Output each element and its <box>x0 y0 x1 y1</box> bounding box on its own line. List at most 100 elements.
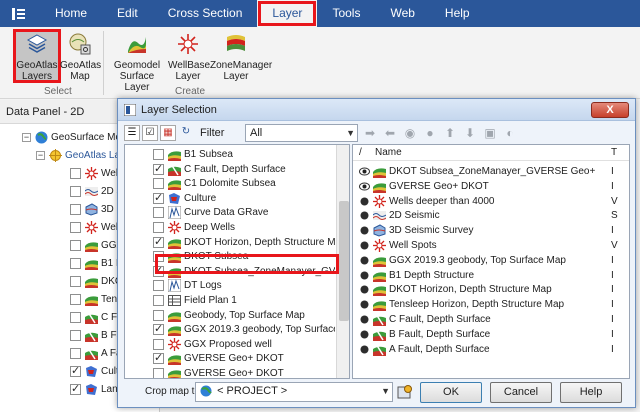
ok-button[interactable]: OK <box>420 382 482 403</box>
move-up-icon[interactable]: ⬆ <box>443 126 457 140</box>
app-menu-icon[interactable] <box>0 0 40 27</box>
layer-checkbox[interactable] <box>153 178 164 190</box>
tree-item-geoatlas[interactable]: − GeoAtlas La <box>36 146 120 164</box>
tree-item-geosurface[interactable]: − GeoSurface Mo <box>22 128 121 146</box>
refresh-icon[interactable]: ↻ <box>178 125 194 141</box>
visibility-dot-icon[interactable] <box>359 210 370 221</box>
tree-item[interactable]: 2D s <box>70 182 122 200</box>
visibility-dot-icon[interactable] <box>359 240 370 251</box>
visibility-dot-icon[interactable] <box>359 196 370 207</box>
geoatlas-layers-button[interactable]: GeoAtlas Layers <box>13 29 61 83</box>
collapse-icon[interactable]: − <box>36 150 45 160</box>
wellbase-layer-button[interactable]: WellBase Layer <box>168 31 210 82</box>
tree-item[interactable]: Lan <box>70 380 118 398</box>
tree-item[interactable]: A Fa <box>70 344 122 362</box>
layer-checkbox[interactable] <box>153 338 164 350</box>
visibility-dot-icon[interactable] <box>359 270 370 281</box>
available-layer-item[interactable]: GGX Proposed well <box>153 337 335 352</box>
tree-item[interactable]: Cult <box>70 362 119 380</box>
tree-item[interactable]: 3D S <box>70 200 123 218</box>
tab-home[interactable]: Home <box>40 0 102 27</box>
selected-layer-item[interactable]: B1 Depth Structure I <box>359 268 629 283</box>
visibility-checkbox[interactable] <box>70 203 81 215</box>
visibility-dot-icon[interactable] <box>359 329 370 340</box>
layer-checkbox[interactable] <box>153 222 164 233</box>
visibility-dot-icon[interactable] <box>359 225 370 236</box>
available-layer-item[interactable]: Curve Data GRave <box>153 205 335 220</box>
layer-checkbox[interactable] <box>153 149 164 160</box>
tab-help[interactable]: Help <box>430 0 485 27</box>
visibility-checkbox[interactable] <box>70 221 81 233</box>
layer-checkbox[interactable] <box>153 162 164 175</box>
layer-checkbox[interactable] <box>153 207 164 219</box>
tree-item[interactable]: Wel <box>70 164 118 182</box>
help-button[interactable]: Help <box>560 382 622 403</box>
filter-dropdown[interactable]: All ▼ <box>245 124 358 142</box>
move-right-icon[interactable]: ➡ <box>363 126 377 140</box>
tree-item[interactable]: B Fa <box>70 326 122 344</box>
tree-item[interactable]: B1 D <box>70 254 123 272</box>
visibility-dot-icon[interactable] <box>359 314 370 325</box>
circle-icon[interactable]: ● <box>423 126 437 140</box>
visibility-checkbox[interactable] <box>70 347 81 359</box>
tab-tools[interactable]: Tools <box>317 0 375 27</box>
selected-layers-list[interactable]: / Name T DKOT Subsea_ZoneManayer_GVERSE … <box>352 144 630 379</box>
visibility-checkbox[interactable] <box>70 167 81 179</box>
available-layer-item[interactable]: GVERSE Geo+ DKOT <box>153 366 335 378</box>
layer-checkbox[interactable] <box>153 309 164 321</box>
list-view-icon[interactable]: ☰ <box>124 125 140 141</box>
visibility-dot-icon[interactable] <box>359 299 370 310</box>
visibility-checkbox[interactable] <box>70 185 81 197</box>
available-layer-item[interactable]: B1 Subsea <box>153 147 335 162</box>
header-name[interactable]: Name <box>375 145 402 161</box>
selected-layer-item[interactable]: 3D Seismic Survey I <box>359 223 629 238</box>
tree-item[interactable]: GGX <box>70 236 123 254</box>
crop-settings-icon[interactable] <box>397 384 413 400</box>
visibility-checkbox[interactable] <box>70 257 81 269</box>
selected-layer-item[interactable]: GGX 2019.3 geobody, Top Surface Map I <box>359 253 629 268</box>
move-down-icon[interactable]: ⬇ <box>463 126 477 140</box>
crop-map-dropdown[interactable]: < PROJECT > ▼ <box>195 382 393 402</box>
visibility-checkbox[interactable] <box>70 382 81 395</box>
tree-item[interactable]: C Fa <box>70 308 123 326</box>
visibility-checkbox[interactable] <box>70 275 81 287</box>
available-layer-item[interactable]: C Fault, Depth Surface <box>153 162 335 177</box>
tab-web[interactable]: Web <box>375 0 429 27</box>
selected-layer-item[interactable]: DKOT Subsea_ZoneManayer_GVERSE Geo+ I <box>359 164 629 179</box>
selected-layer-item[interactable]: Tensleep Horizon, Depth Structure Map I <box>359 297 629 312</box>
available-layer-item[interactable]: Geobody, Top Surface Map <box>153 308 335 323</box>
tree-item[interactable]: Wel <box>70 218 118 236</box>
layer-checkbox[interactable] <box>153 295 164 306</box>
available-layer-item[interactable]: GGX 2019.3 geobody, Top Surface Map <box>153 322 335 337</box>
available-layer-item[interactable]: Field Plan 1 <box>153 293 335 308</box>
eye-icon[interactable] <box>359 166 370 177</box>
available-layer-item[interactable]: Deep Wells <box>153 220 335 235</box>
selected-layer-item[interactable]: A Fault, Depth Surface I <box>359 342 629 357</box>
header-type[interactable]: T <box>611 145 617 161</box>
visibility-checkbox[interactable] <box>70 293 81 305</box>
layer-checkbox[interactable] <box>153 322 164 336</box>
geomodel-surface-layer-button[interactable]: Geomodel Surface Layer <box>108 31 166 93</box>
visibility-dot-icon[interactable] <box>359 284 370 295</box>
available-layer-item[interactable]: Culture <box>153 191 335 206</box>
collapse-icon[interactable]: − <box>22 132 31 142</box>
layer-checkbox[interactable] <box>153 235 164 248</box>
tab-layer[interactable]: Layer <box>257 0 318 27</box>
visibility-dot-icon[interactable] <box>359 344 370 355</box>
visibility-checkbox[interactable] <box>70 239 81 251</box>
selected-layer-item[interactable]: Well Spots V <box>359 238 629 253</box>
layer-checkbox[interactable] <box>153 351 164 365</box>
available-layer-item[interactable]: C1 Dolomite Subsea <box>153 176 335 191</box>
eye-icon[interactable] <box>359 181 370 192</box>
tab-edit[interactable]: Edit <box>102 0 153 27</box>
selected-layer-item[interactable]: DKOT Horizon, Depth Structure Map I <box>359 282 629 297</box>
selected-layer-item[interactable]: C Fault, Depth Surface I <box>359 312 629 327</box>
selected-layer-item[interactable]: 2D Seismic S <box>359 208 629 223</box>
visibility-checkbox[interactable] <box>70 364 81 377</box>
available-layer-item[interactable]: DT Logs <box>153 278 335 293</box>
move-left-icon[interactable]: ⬅ <box>383 126 397 140</box>
layer-checkbox[interactable] <box>153 368 164 378</box>
visibility-checkbox[interactable] <box>70 311 81 323</box>
visibility-dot-icon[interactable] <box>359 255 370 266</box>
layer-props-icon[interactable]: ▦ <box>160 125 176 141</box>
